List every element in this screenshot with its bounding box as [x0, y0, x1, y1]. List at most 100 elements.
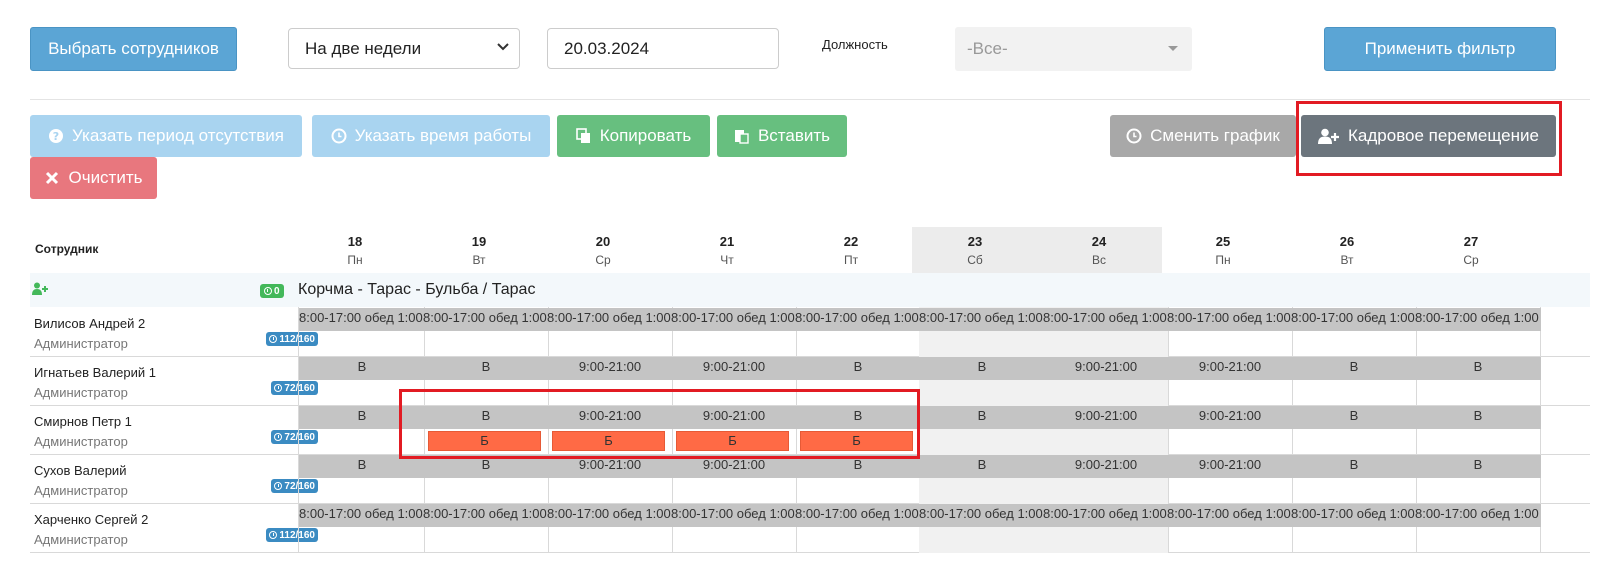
schedule-cell[interactable]: 8:00-17:00 обед 1:00	[547, 503, 673, 553]
work-time-button[interactable]: Указать время работы	[312, 115, 550, 157]
clock-icon	[274, 433, 283, 441]
copy-icon	[575, 128, 592, 144]
employee-name[interactable]: Вилисов Андрей 2	[34, 316, 145, 331]
schedule-cell[interactable]: 8:00-17:00 обед 1:00	[1415, 307, 1541, 357]
clock-icon	[1126, 128, 1142, 144]
schedule-cell[interactable]: 9:00-21:00	[1167, 405, 1293, 455]
schedule-cell[interactable]: В	[919, 454, 1045, 504]
schedule-cell[interactable]: 8:00-17:00 обед 1:00	[1291, 307, 1417, 357]
schedule-cell[interactable]: В	[299, 454, 425, 504]
employee-name[interactable]: Сухов Валерий	[34, 463, 126, 478]
table-row: Сухов Валерий Администратор 72/160 В В 9:00-2…	[30, 454, 1590, 504]
schedule-cell[interactable]: В	[1291, 454, 1417, 504]
shift-label: 9:00-21:00	[1167, 455, 1293, 478]
day-of-week: Вт	[472, 253, 486, 267]
shift-label: В	[1415, 406, 1541, 429]
shift-label: 8:00-17:00 обед 1:00	[1043, 504, 1169, 527]
shift-label: 8:00-17:00 обед 1:00	[919, 504, 1045, 527]
shift-label: 8:00-17:00 обед 1:00	[423, 504, 549, 527]
schedule-cell[interactable]: В	[795, 454, 921, 504]
day-of-week: Ср	[1463, 253, 1479, 267]
clear-button[interactable]: Очистить	[30, 157, 157, 199]
shift-label: В	[919, 406, 1045, 429]
schedule-cell[interactable]: В	[1291, 405, 1417, 455]
clock-icon	[274, 384, 283, 392]
date-input-value: 20.03.2024	[564, 38, 650, 58]
schedule-cell[interactable]: 9:00-21:00	[1167, 454, 1293, 504]
group-badge-value: 0	[274, 285, 280, 297]
paste-button[interactable]: Вставить	[717, 115, 847, 157]
schedule-cell[interactable]: В	[1415, 356, 1541, 406]
schedule-cell[interactable]: 8:00-17:00 обед 1:00	[1167, 307, 1293, 357]
schedule-cell[interactable]: 8:00-17:00 обед 1:00	[919, 503, 1045, 553]
apply-filter-button[interactable]: Применить фильтр	[1324, 27, 1556, 71]
schedule-cell[interactable]: 8:00-17:00 обед 1:00	[299, 307, 425, 357]
schedule-cell[interactable]: 9:00-21:00	[671, 454, 797, 504]
shift-label: В	[919, 455, 1045, 478]
absence-period-button[interactable]: ? Указать период отсутствия	[30, 115, 302, 157]
schedule-cell[interactable]: В	[423, 454, 549, 504]
schedule-cell[interactable]: 8:00-17:00 обед 1:00	[1167, 503, 1293, 553]
day-header: 18 Пн	[292, 227, 418, 273]
schedule-cell[interactable]: 8:00-17:00 обед 1:00	[547, 307, 673, 357]
employee-name[interactable]: Смирнов Петр 1	[34, 414, 132, 429]
employee-position: Администратор	[34, 385, 128, 400]
employee-position: Администратор	[34, 483, 128, 498]
schedule-cell[interactable]: В	[919, 356, 1045, 406]
copy-button[interactable]: Копировать	[557, 115, 710, 157]
day-header: 27 Ср	[1408, 227, 1534, 273]
date-input[interactable]: 20.03.2024	[547, 28, 779, 69]
shift-label: В	[1415, 357, 1541, 380]
table-row: Вилисов Андрей 2 Администратор 112/160 8:00…	[30, 307, 1590, 357]
group-row: 0 Корчма - Тарас - Бульба / Тарас	[30, 273, 1590, 307]
schedule-cell[interactable]: 8:00-17:00 обед 1:00	[1043, 307, 1169, 357]
divider	[30, 99, 1590, 100]
schedule-cell[interactable]: 9:00-21:00	[547, 454, 673, 504]
shift-label: 9:00-21:00	[1167, 406, 1293, 429]
schedule-cell[interactable]: 8:00-17:00 обед 1:00	[671, 503, 797, 553]
shift-label: В	[299, 357, 425, 380]
highlight-transfer-button	[1296, 101, 1562, 176]
day-number: 27	[1463, 234, 1479, 249]
schedule-cell[interactable]: 8:00-17:00 обед 1:00	[423, 503, 549, 553]
shift-label: 9:00-21:00	[1043, 455, 1169, 478]
schedule-cell[interactable]: 8:00-17:00 обед 1:00	[1291, 503, 1417, 553]
schedule-cell[interactable]: 8:00-17:00 обед 1:00	[1043, 503, 1169, 553]
employee-name[interactable]: Игнатьев Валерий 1	[34, 365, 156, 380]
schedule-cell[interactable]: 8:00-17:00 обед 1:00	[919, 307, 1045, 357]
schedule-cell[interactable]: 9:00-21:00	[1043, 454, 1169, 504]
schedule-cell[interactable]: В	[1415, 454, 1541, 504]
shift-label: 8:00-17:00 обед 1:00	[1167, 504, 1293, 527]
schedule-cell[interactable]: 8:00-17:00 обед 1:00	[423, 307, 549, 357]
schedule-cell[interactable]: В	[1415, 405, 1541, 455]
change-schedule-button[interactable]: Сменить график	[1110, 115, 1296, 157]
schedule-cell[interactable]: 9:00-21:00	[1043, 405, 1169, 455]
schedule-cell[interactable]: 8:00-17:00 обед 1:00	[299, 503, 425, 553]
select-employees-button[interactable]: Выбрать сотрудников	[30, 27, 237, 71]
schedule-cell[interactable]: 9:00-21:00	[1167, 356, 1293, 406]
schedule-cell[interactable]: В	[1291, 356, 1417, 406]
schedule-cell[interactable]: 8:00-17:00 обед 1:00	[671, 307, 797, 357]
schedule-cell[interactable]: 8:00-17:00 обед 1:00	[1415, 503, 1541, 553]
copy-label: Копировать	[599, 126, 692, 145]
shift-label: В	[1291, 406, 1417, 429]
position-select[interactable]: -Все-	[955, 27, 1192, 71]
shift-label: 8:00-17:00 обед 1:00	[671, 308, 797, 331]
paste-icon	[734, 128, 750, 144]
schedule-cell[interactable]: 8:00-17:00 обед 1:00	[795, 503, 921, 553]
shift-label: 8:00-17:00 обед 1:00	[671, 504, 797, 527]
schedule-cell[interactable]: 8:00-17:00 обед 1:00	[795, 307, 921, 357]
highlight-sick-period	[399, 389, 920, 459]
employee-position: Администратор	[34, 434, 128, 449]
period-select[interactable]: На две недели	[288, 28, 520, 69]
schedule-cell[interactable]: В	[919, 405, 1045, 455]
caret-down-icon	[1168, 46, 1178, 51]
absence-period-label: Указать период отсутствия	[72, 126, 284, 145]
employee-name[interactable]: Харченко Сергей 2	[34, 512, 148, 527]
user-plus-icon[interactable]	[32, 282, 48, 296]
clock-icon	[269, 531, 278, 539]
day-header: 23 Сб	[912, 227, 1038, 273]
day-of-week: Вт	[1340, 253, 1354, 267]
shift-label: 8:00-17:00 обед 1:00	[423, 308, 549, 331]
schedule-cell[interactable]: 9:00-21:00	[1043, 356, 1169, 406]
